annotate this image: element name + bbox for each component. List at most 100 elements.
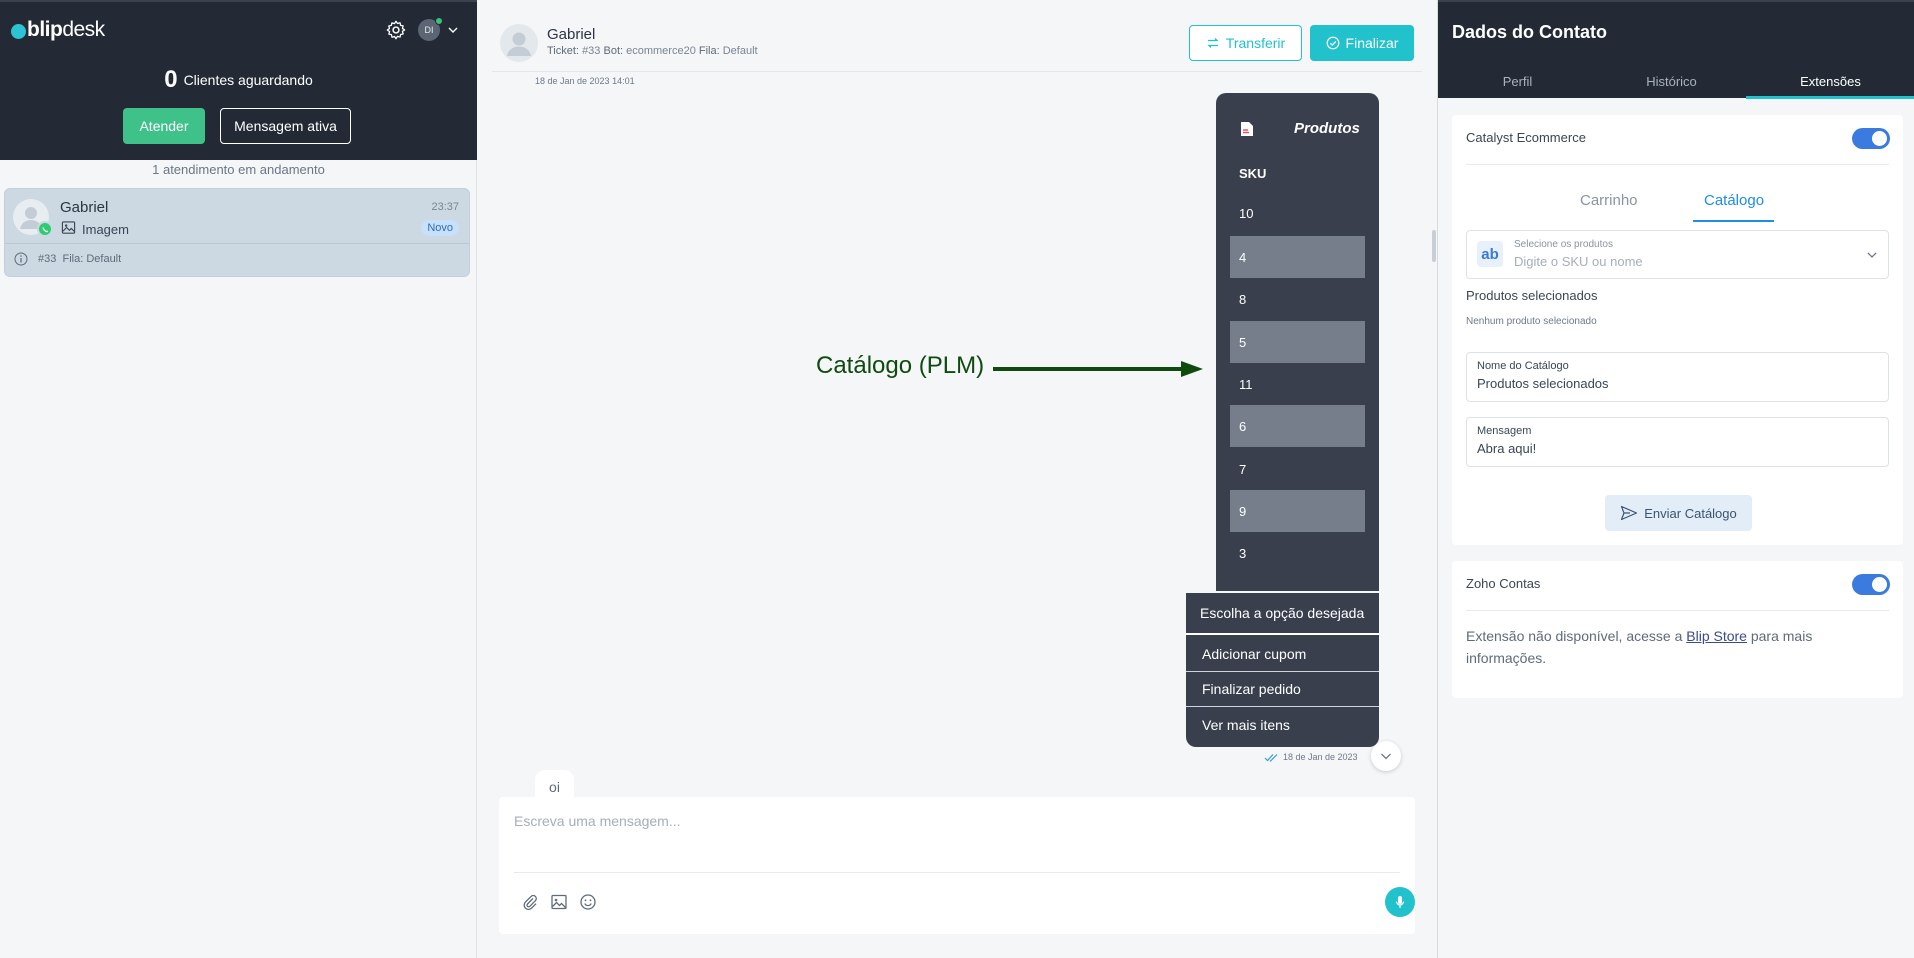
tab-perfil[interactable]: Perfil [1438,74,1597,89]
blipdesk-logo: blip desk [11,16,105,44]
user-avatar[interactable]: DI [418,17,443,41]
send-icon [1621,505,1638,521]
ticket-label: Ticket: [547,45,579,57]
finalize-button[interactable]: Finalizar [1310,25,1414,61]
tab-extensoes[interactable]: Extensões [1751,74,1910,89]
waiting-label: Clientes aguardando [183,72,313,88]
conversation-time: 23:37 [431,201,459,213]
option-add-coupon[interactable]: Adicionar cupom [1186,637,1379,672]
options-menu-message: Escolha a opção desejada Adicionar cupom… [1186,593,1379,747]
divider [514,872,1400,873]
product-row[interactable]: 3 [1230,532,1365,574]
product-sku: 7 [1239,461,1247,477]
active-subtab-indicator [1693,220,1774,222]
active-message-button[interactable]: Mensagem ativa [220,108,351,144]
atender-button[interactable]: Atender [123,108,205,144]
product-row[interactable]: 5 [1230,321,1365,363]
zoho-text-before: Extensão não disponível, acesse a [1466,628,1687,644]
new-badge: Novo [421,220,459,236]
check-circle-icon [1326,36,1339,50]
contact-header: Dados do Contato Perfil Histórico Extens… [1438,0,1914,99]
sku-header: SKU [1239,166,1267,181]
product-sku: 9 [1239,503,1247,519]
option-finish-order[interactable]: Finalizar pedido [1186,672,1379,707]
product-select[interactable]: ab Selecione os produtos Digite o SKU ou… [1466,230,1889,279]
product-row[interactable]: 4 [1230,236,1365,278]
catalog-name-label: Nome do Catálogo [1477,360,1569,372]
in-progress-label: 1 atendimento em andamento [152,162,325,177]
product-row[interactable]: 11 [1230,363,1365,405]
transfer-button[interactable]: Transferir [1189,25,1302,61]
chevron-down-icon [1867,252,1877,258]
chevron-down-icon[interactable] [447,24,459,36]
product-row[interactable]: 6 [1230,405,1365,447]
contact-avatar [13,199,53,237]
person-icon [507,32,531,56]
scroll-down-button[interactable] [1371,741,1401,771]
zoho-title: Zoho Contas [1466,576,1541,591]
image-upload-icon[interactable] [550,893,568,911]
conversation-ticket: #33 Fila: Default [38,253,121,265]
queue-value: Default [86,253,122,265]
chat-meta: Ticket: #33 Bot: ecommerce20 Fila: Defau… [547,45,758,57]
finalize-label: Finalizar [1345,35,1399,51]
blip-store-link[interactable]: Blip Store [1686,628,1747,644]
logo-bubble-icon [11,23,26,39]
bot-label: Bot: [603,45,624,57]
mic-button[interactable] [1385,887,1415,917]
divider [5,243,469,244]
message-label: Mensagem [1477,425,1532,437]
chat-contact-name: Gabriel [547,26,596,43]
ticket-number: #33 [582,45,601,57]
send-catalog-label: Enviar Catálogo [1644,505,1737,521]
mic-icon [1395,896,1405,908]
whatsapp-icon [37,221,53,237]
queue-label: Fila: [62,253,84,265]
product-list-message: Produtos SKU 10 4 8 5 11 6 7 9 3 [1216,93,1379,591]
chat-contact-avatar [500,24,538,62]
catalyst-toggle[interactable] [1852,128,1890,149]
toggle-knob [1872,577,1887,592]
catalyst-ecommerce-card: Catalyst Ecommerce Carrinho Catálogo ab … [1452,115,1903,545]
product-row[interactable]: 8 [1230,278,1365,320]
product-sku: 5 [1239,334,1247,350]
select-placeholder: Digite o SKU ou nome [1514,254,1643,269]
tab-historico[interactable]: Histórico [1592,74,1751,89]
subtab-catalogo[interactable]: Catálogo [1704,192,1764,209]
product-row[interactable]: 10 [1230,192,1365,234]
conversation-item[interactable]: Gabriel 23:37 Imagem Novo #33 Fila: Defa… [4,188,470,277]
message-field[interactable]: Mensagem Abra aqui! [1466,417,1889,467]
transfer-icon [1207,38,1219,48]
scrollbar-thumb[interactable] [1432,230,1436,262]
waiting-count: 0 [164,66,178,93]
image-icon [61,221,76,234]
online-status-dot [435,17,443,25]
product-sku: 4 [1239,249,1247,265]
zoho-toggle[interactable] [1852,574,1890,595]
annotation-arrow-icon [993,361,1203,377]
catalog-name-field[interactable]: Nome do Catálogo Produtos selecionados [1466,352,1889,402]
left-header: blip desk DI 0 Clientes aguardando Atende… [0,0,477,160]
conversation-last-message: Imagem [82,222,129,237]
emoji-icon[interactable] [579,893,597,911]
message-date: 18 de Jan de 2023 14:01 [535,76,635,86]
message-input[interactable] [514,809,1394,833]
catalyst-title: Catalyst Ecommerce [1466,130,1586,145]
zoho-unavailable-text: Extensão não disponível, acesse a Blip S… [1466,625,1876,669]
product-row[interactable]: 9 [1230,490,1365,532]
info-icon [14,252,28,266]
annotation-label: Catálogo (PLM) [816,352,985,379]
selected-products-empty: Nenhum produto selecionado [1466,316,1597,327]
gear-icon[interactable] [385,19,407,41]
divider [1466,610,1889,611]
product-sku: 8 [1239,291,1247,307]
send-catalog-button[interactable]: Enviar Catálogo [1605,495,1752,531]
selected-products-label: Produtos selecionados [1466,288,1598,303]
toggle-knob [1872,131,1887,146]
product-row[interactable]: 7 [1230,448,1365,490]
option-more-items[interactable]: Ver mais itens [1186,707,1379,742]
contact-panel: Dados do Contato Perfil Histórico Extens… [1437,0,1914,958]
attach-icon[interactable] [521,893,539,911]
subtab-carrinho[interactable]: Carrinho [1580,192,1638,209]
conversations-panel: blip desk DI 0 Clientes aguardando Atende… [0,0,477,958]
